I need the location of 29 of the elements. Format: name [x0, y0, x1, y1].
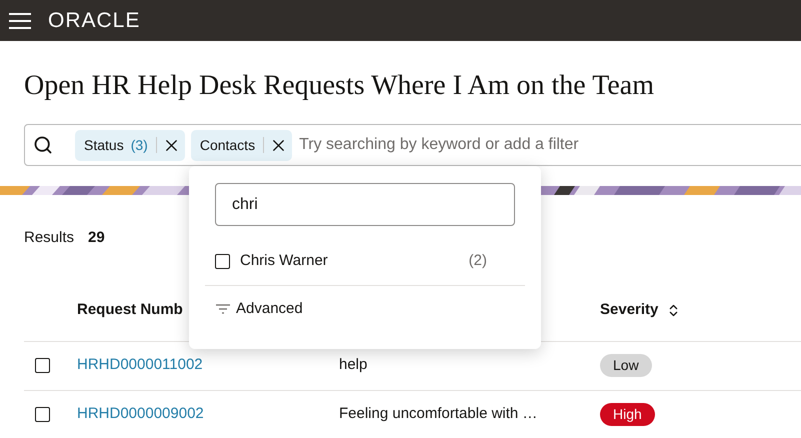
search-icon: [33, 135, 53, 155]
chip-count: (3): [130, 136, 148, 155]
table-cell-text: help: [339, 355, 368, 376]
option-count: (2): [468, 250, 487, 271]
logo: ORACLE: [48, 10, 140, 31]
checkbox[interactable]: [215, 254, 230, 268]
severity-badge: Low: [600, 354, 652, 377]
results-label: Results: [24, 228, 74, 248]
contact-option[interactable]: Chris Warner (2): [215, 251, 515, 271]
table-cell-text: Feeling uncomfortable with …: [339, 404, 538, 424]
advanced-button[interactable]: Advanced: [216, 298, 303, 320]
column-header: Request Numb: [77, 300, 183, 320]
page-title: Open HR Help Desk Requests Where I Am on the Team: [24, 71, 655, 101]
filter-chip[interactable]: Contacts: [190, 130, 292, 160]
filter-input[interactable]: chri: [215, 183, 515, 226]
column-header[interactable]: Severity: [600, 298, 682, 322]
chip-label: Status: [84, 136, 124, 154]
request-link[interactable]: HRHD0000011002: [77, 354, 339, 377]
results-count: 29: [88, 228, 105, 248]
filter-chip[interactable]: Status (3): [75, 130, 185, 160]
checkbox[interactable]: [35, 358, 50, 373]
search-placeholder: Try searching by keyword or add a filter: [299, 135, 579, 155]
chip-label: Contacts: [200, 136, 256, 154]
menu-icon[interactable]: [9, 12, 31, 28]
filter-icon: [216, 304, 230, 314]
checkbox[interactable]: [35, 407, 50, 422]
search-bar[interactable]: Status (3) Contacts Try searching by keyword or add a filter: [24, 124, 801, 166]
severity-badge: High: [600, 403, 655, 426]
request-link[interactable]: HRHD0000009002: [77, 403, 339, 426]
